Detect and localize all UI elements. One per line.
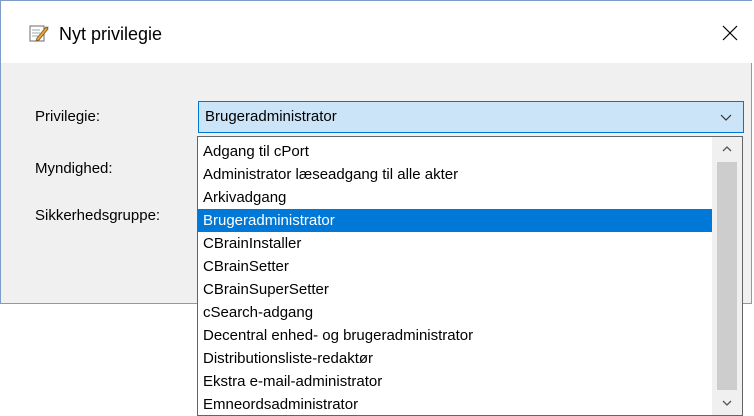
list-item-selected[interactable]: Brugeradministrator <box>198 209 712 232</box>
list-item[interactable]: Distributionsliste-redaktør <box>198 347 712 370</box>
dialog-title: Nyt privilegie <box>59 24 163 44</box>
list-item[interactable]: Decentral enhed- og brugeradministrator <box>198 324 712 347</box>
list-item[interactable]: CBrainSetter <box>198 255 712 278</box>
authority-label: Myndighed: <box>35 160 113 177</box>
list-item[interactable]: Emneordsadministrator <box>198 393 712 415</box>
edit-icon <box>29 23 49 43</box>
privilege-select[interactable]: Brugeradministrator <box>198 101 744 133</box>
close-icon <box>722 25 738 41</box>
scroll-down-button[interactable] <box>712 391 742 415</box>
list-item[interactable]: CBrainInstaller <box>198 232 712 255</box>
dropdown-items: Adgang til cPort Administrator læseadgan… <box>198 140 712 415</box>
dropdown-scrollbar[interactable] <box>712 137 742 415</box>
chevron-up-icon <box>722 146 732 152</box>
list-item[interactable]: Ekstra e-mail-administrator <box>198 370 712 393</box>
chevron-down-icon[interactable] <box>719 111 733 125</box>
scroll-up-button[interactable] <box>712 137 742 161</box>
list-item[interactable]: cSearch-adgang <box>198 301 712 324</box>
scrollbar-thumb[interactable] <box>717 162 737 390</box>
privilege-label: Privilegie: <box>35 108 101 125</box>
title-bar: Nyt privilegie <box>1 1 753 63</box>
security-group-label: Sikkerhedsgruppe: <box>35 207 161 224</box>
chevron-down-icon <box>722 400 732 406</box>
list-item[interactable]: Arkivadgang <box>198 186 712 209</box>
list-item[interactable]: Administrator læseadgang til alle akter <box>198 163 712 186</box>
privilege-dropdown-list[interactable]: Adgang til cPort Administrator læseadgan… <box>197 136 743 416</box>
list-item[interactable]: Adgang til cPort <box>198 140 712 163</box>
privilege-select-value: Brugeradministrator <box>205 108 337 125</box>
list-item[interactable]: CBrainSuperSetter <box>198 278 712 301</box>
close-button[interactable] <box>707 15 753 51</box>
